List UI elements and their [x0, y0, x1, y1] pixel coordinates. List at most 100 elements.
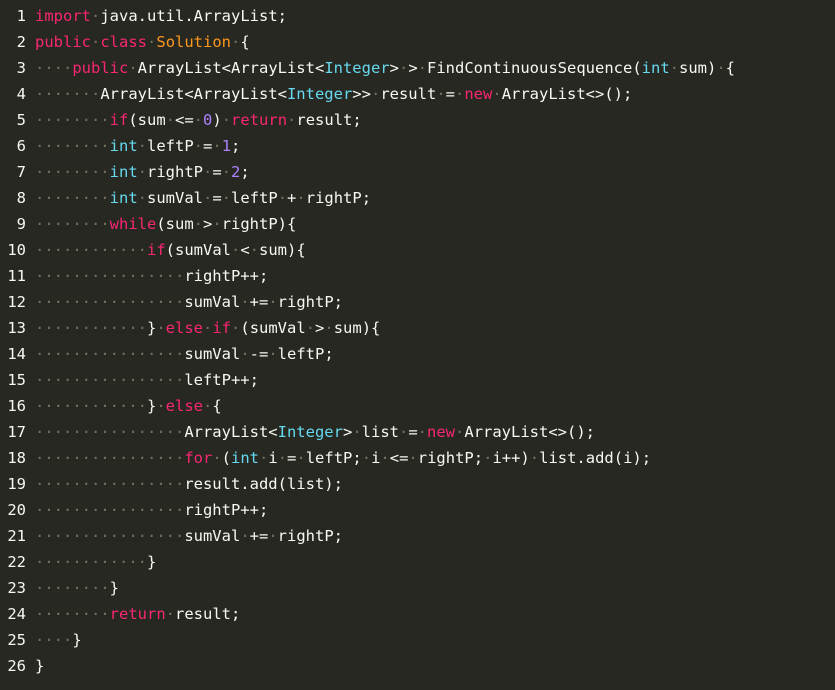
code-text[interactable]: ········int·sumVal·=·leftP·+·rightP;: [35, 185, 371, 211]
line-number: 9: [16, 215, 26, 233]
whitespace-dots: ············: [35, 241, 147, 259]
code-token: rightP;: [277, 293, 343, 311]
code-token: (sum: [128, 111, 166, 129]
code-text[interactable]: public·class·Solution·{: [35, 29, 250, 55]
code-token: leftP;: [277, 345, 334, 363]
whitespace-dots: ·: [268, 345, 278, 363]
code-token: 2: [231, 163, 241, 181]
code-line[interactable]: 19 ················result.add(list);: [0, 471, 835, 497]
code-text[interactable]: ············}·else·{: [35, 393, 222, 419]
code-token: result.add(list);: [184, 475, 343, 493]
code-text[interactable]: ········int·leftP·=·1;: [35, 133, 240, 159]
code-line[interactable]: 1 import·java.util.ArrayList;: [0, 3, 835, 29]
code-line[interactable]: 9 ········while(sum·>·rightP){: [0, 211, 835, 237]
code-line[interactable]: 23 ········}: [0, 575, 835, 601]
code-token: for: [184, 449, 213, 467]
code-line[interactable]: 8 ········int·sumVal·=·leftP·+·rightP;: [0, 185, 835, 211]
code-token: ArrayList<: [184, 423, 278, 441]
code-token: int: [231, 449, 259, 467]
code-text[interactable]: ················ArrayList<Integer>·list·…: [35, 419, 595, 445]
code-text[interactable]: ········}: [35, 575, 119, 601]
code-line[interactable]: 18 ················for·(int·i·=·leftP;·i·…: [0, 445, 835, 471]
whitespace-dots: ·: [165, 605, 175, 623]
whitespace-dots: ·: [240, 345, 250, 363]
line-number: 26: [7, 657, 26, 675]
code-token: ArrayList<ArrayList<: [100, 85, 287, 103]
code-text[interactable]: ········int·rightP·=·2;: [35, 159, 250, 185]
code-token: {: [212, 397, 222, 415]
line-number: 6: [16, 137, 26, 155]
code-line[interactable]: 16 ············}·else·{: [0, 393, 835, 419]
code-text[interactable]: ········while(sum·>·rightP){: [35, 211, 296, 237]
whitespace-dots: ·: [240, 527, 250, 545]
whitespace-dots: ·: [221, 111, 232, 129]
code-text[interactable]: ········return·result;: [35, 601, 240, 627]
whitespace-dots: ·: [398, 59, 409, 77]
code-line[interactable]: 15 ················leftP++;: [0, 367, 835, 393]
line-number: 22: [7, 553, 26, 571]
whitespace-dots: ················: [35, 501, 185, 519]
code-text[interactable]: ················rightP++;: [35, 263, 268, 289]
code-token: 0: [203, 111, 213, 129]
code-text[interactable]: ············}·else·if·(sumVal·>·sum){: [35, 315, 380, 341]
whitespace-dots: ·: [91, 7, 101, 25]
code-line[interactable]: 20 ················rightP++;: [0, 497, 835, 523]
whitespace-dots: ·: [212, 137, 222, 155]
code-line[interactable]: 3 ····public·ArrayList<ArrayList<Integer>…: [0, 55, 835, 81]
code-editor[interactable]: 1 import·java.util.ArrayList; 2 public·clas…: [0, 0, 835, 690]
code-token: list: [361, 423, 399, 441]
code-token: ;: [240, 163, 250, 181]
code-text[interactable]: ················rightP++;: [35, 497, 268, 523]
code-text[interactable]: ················leftP++;: [35, 367, 259, 393]
code-line[interactable]: 2 public·class·Solution·{: [0, 29, 835, 55]
code-token: Integer: [277, 423, 343, 441]
code-text[interactable]: ····}: [35, 627, 82, 653]
code-text[interactable]: ············if(sumVal·<·sum){: [35, 237, 306, 263]
line-number: 19: [7, 475, 26, 493]
code-token: int: [109, 163, 138, 181]
code-token: if: [212, 319, 232, 337]
code-line[interactable]: 17 ················ArrayList<Integer>·lis…: [0, 419, 835, 445]
line-number: 23: [7, 579, 26, 597]
code-token: {: [725, 59, 736, 77]
whitespace-dots: ·: [137, 163, 147, 181]
line-number: 7: [16, 163, 26, 181]
code-line[interactable]: 4 ·······ArrayList<ArrayList<Integer>>·re…: [0, 81, 835, 107]
code-text[interactable]: ····public·ArrayList<ArrayList<Integer>·…: [35, 55, 735, 81]
code-line[interactable]: 5 ········if(sum·<=·0)·return·result;: [0, 107, 835, 133]
code-line[interactable]: 6 ········int·leftP·=·1;: [0, 133, 835, 159]
code-text[interactable]: ············}: [35, 549, 156, 575]
code-text[interactable]: ·······ArrayList<ArrayList<Integer>>·res…: [35, 81, 632, 107]
line-number: 15: [7, 371, 26, 389]
code-text[interactable]: import·java.util.ArrayList;: [35, 3, 287, 29]
code-token: =: [212, 189, 222, 207]
code-text[interactable]: }: [35, 653, 44, 679]
code-line[interactable]: 10 ············if(sumVal·<·sum){: [0, 237, 835, 263]
code-token: 1: [221, 137, 232, 155]
code-line[interactable]: 14 ················sumVal·-=·leftP;: [0, 341, 835, 367]
whitespace-dots: ············: [35, 397, 147, 415]
code-line[interactable]: 21 ················sumVal·+=·rightP;: [0, 523, 835, 549]
code-text[interactable]: ················sumVal·-=·leftP;: [35, 341, 334, 367]
line-number: 18: [7, 449, 26, 467]
code-line[interactable]: 11 ················rightP++;: [0, 263, 835, 289]
code-line[interactable]: 24 ········return·result;: [0, 601, 835, 627]
code-text[interactable]: ········if(sum·<=·0)·return·result;: [35, 107, 362, 133]
code-text[interactable]: ················sumVal·+=·rightP;: [35, 523, 343, 549]
code-text[interactable]: ················for·(int·i·=·leftP;·i·<=…: [35, 445, 651, 471]
code-line[interactable]: 12 ················sumVal·+=·rightP;: [0, 289, 835, 315]
code-line[interactable]: 13 ············}·else·if·(sumVal·>·sum){: [0, 315, 835, 341]
whitespace-dots: ·······: [35, 85, 101, 103]
code-text[interactable]: ················result.add(list);: [35, 471, 343, 497]
line-number: 24: [7, 605, 26, 623]
code-token: rightP++;: [184, 501, 269, 519]
whitespace-dots: ·: [230, 241, 241, 259]
code-line[interactable]: 7 ········int·rightP·=·2;: [0, 159, 835, 185]
code-line[interactable]: 22 ············}: [0, 549, 835, 575]
whitespace-dots: ············: [35, 319, 147, 337]
code-line[interactable]: 26}: [0, 653, 835, 679]
whitespace-dots: ·: [417, 59, 428, 77]
whitespace-dots: ·: [193, 111, 204, 129]
code-text[interactable]: ················sumVal·+=·rightP;: [35, 289, 343, 315]
code-line[interactable]: 25 ····}: [0, 627, 835, 653]
